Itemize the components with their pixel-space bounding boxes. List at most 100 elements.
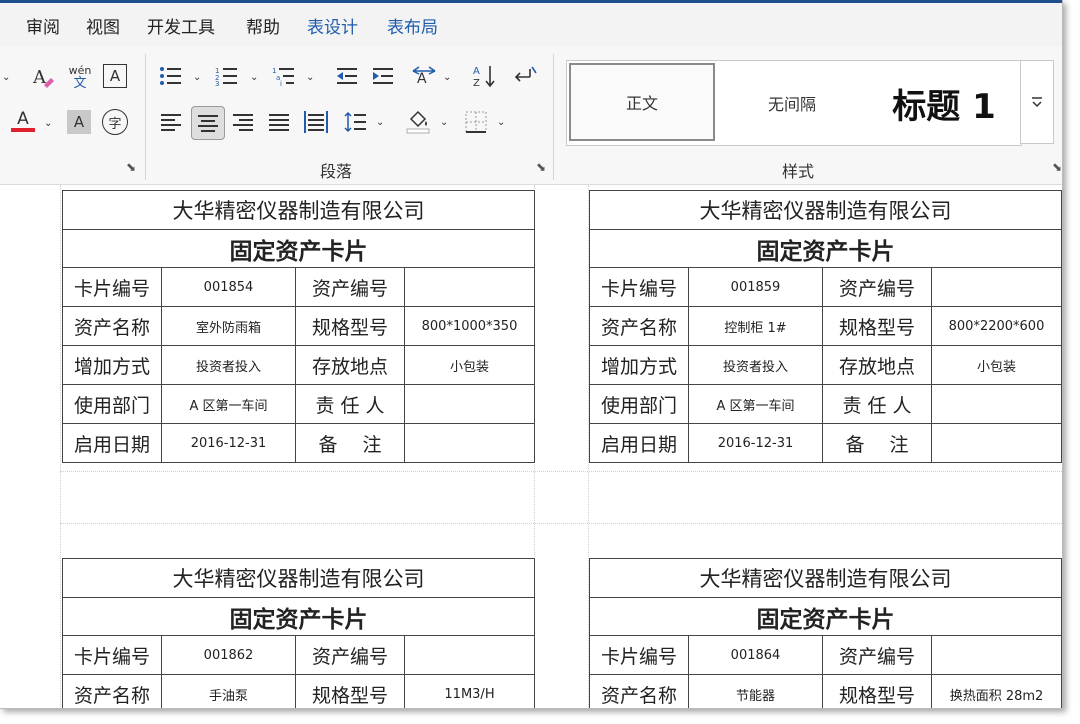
- label-card-no[interactable]: 卡片编号: [589, 635, 689, 675]
- shading-dropdown-caret[interactable]: ⌄: [440, 117, 448, 128]
- card-company[interactable]: 大华精密仪器制造有限公司: [589, 190, 1062, 230]
- label-remark[interactable]: 备 注: [822, 423, 932, 463]
- label-asset-no[interactable]: 资产编号: [295, 267, 405, 307]
- borders-dropdown-caret[interactable]: ⌄: [497, 117, 505, 128]
- sort-button[interactable]: AZ: [472, 63, 498, 89]
- card-title[interactable]: 固定资产卡片: [589, 597, 1062, 636]
- style-normal[interactable]: 正文: [569, 63, 715, 141]
- value-location[interactable]: 小包装: [404, 345, 535, 385]
- multilevel-list-button[interactable]: 1ai: [271, 64, 297, 88]
- card-company[interactable]: 大华精密仪器制造有限公司: [62, 190, 535, 230]
- label-location[interactable]: 存放地点: [295, 345, 405, 385]
- value-start-date[interactable]: 2016-12-31: [688, 423, 823, 463]
- label-start-date[interactable]: 启用日期: [589, 423, 689, 463]
- card-company[interactable]: 大华精密仪器制造有限公司: [589, 558, 1062, 598]
- label-add-method[interactable]: 增加方式: [62, 345, 162, 385]
- label-asset-name[interactable]: 资产名称: [62, 306, 162, 346]
- line-spacing-dropdown-caret[interactable]: ⌄: [376, 117, 384, 128]
- label-asset-no[interactable]: 资产编号: [822, 635, 932, 675]
- label-start-date[interactable]: 启用日期: [62, 423, 162, 463]
- label-owner[interactable]: 责 任 人: [295, 384, 405, 424]
- label-card-no[interactable]: 卡片编号: [62, 267, 162, 307]
- decrease-indent-button[interactable]: [334, 64, 360, 88]
- value-card-no[interactable]: 001862: [161, 635, 296, 675]
- card-company[interactable]: 大华精密仪器制造有限公司: [62, 558, 535, 598]
- value-remark[interactable]: [931, 423, 1062, 463]
- value-spec[interactable]: 换热面积 28m2: [931, 674, 1062, 708]
- label-remark[interactable]: 备 注: [295, 423, 405, 463]
- text-direction-button[interactable]: A: [410, 64, 438, 88]
- label-spec[interactable]: 规格型号: [295, 306, 405, 346]
- show-marks-button[interactable]: [512, 63, 538, 89]
- multilevel-dropdown-caret[interactable]: ⌄: [306, 72, 314, 83]
- value-asset-no[interactable]: [931, 635, 1062, 675]
- card-title[interactable]: 固定资产卡片: [589, 229, 1062, 268]
- value-owner[interactable]: [931, 384, 1062, 424]
- font-color-button[interactable]: A: [10, 106, 36, 136]
- label-card-no[interactable]: 卡片编号: [62, 635, 162, 675]
- menu-help[interactable]: 帮助: [246, 13, 280, 38]
- align-left-button[interactable]: [158, 108, 184, 136]
- distributed-button[interactable]: [302, 108, 330, 136]
- value-department[interactable]: A 区第一车间: [688, 384, 823, 424]
- value-spec[interactable]: 800*2200*600: [931, 306, 1062, 346]
- label-owner[interactable]: 责 任 人: [822, 384, 932, 424]
- label-add-method[interactable]: 增加方式: [589, 345, 689, 385]
- styles-dialog-launcher-icon[interactable]: ⬊: [1052, 160, 1062, 174]
- increase-indent-button[interactable]: [370, 64, 396, 88]
- numbering-button[interactable]: 123: [214, 64, 240, 88]
- value-card-no[interactable]: 001854: [161, 267, 296, 307]
- label-asset-name[interactable]: 资产名称: [589, 306, 689, 346]
- value-owner[interactable]: [404, 384, 535, 424]
- value-department[interactable]: A 区第一车间: [161, 384, 296, 424]
- phonetic-guide-button[interactable]: wén 文: [66, 62, 94, 92]
- value-add-method[interactable]: 投资者投入: [161, 345, 296, 385]
- styles-gallery-expand[interactable]: [1020, 60, 1054, 144]
- line-spacing-button[interactable]: [342, 108, 368, 136]
- numbering-dropdown-caret[interactable]: ⌄: [250, 72, 258, 83]
- value-asset-name[interactable]: 手油泵: [161, 674, 296, 708]
- menu-table-layout[interactable]: 表布局: [387, 13, 438, 38]
- value-start-date[interactable]: 2016-12-31: [161, 423, 296, 463]
- text-direction-dropdown-caret[interactable]: ⌄: [443, 72, 451, 83]
- label-department[interactable]: 使用部门: [589, 384, 689, 424]
- value-remark[interactable]: [404, 423, 535, 463]
- font-size-dropdown-caret[interactable]: ⌄: [2, 72, 10, 83]
- label-asset-no[interactable]: 资产编号: [295, 635, 405, 675]
- borders-button[interactable]: [463, 108, 489, 136]
- label-card-no[interactable]: 卡片编号: [589, 267, 689, 307]
- align-right-button[interactable]: [230, 108, 256, 136]
- clear-format-button[interactable]: A: [30, 64, 56, 90]
- font-color-dropdown-caret[interactable]: ⌄: [44, 118, 52, 129]
- value-asset-no[interactable]: [404, 635, 535, 675]
- style-heading1[interactable]: 标题 1: [867, 61, 1021, 145]
- menu-review[interactable]: 审阅: [26, 13, 60, 38]
- value-asset-name[interactable]: 控制柜 1#: [688, 306, 823, 346]
- value-asset-no[interactable]: [931, 267, 1062, 307]
- label-location[interactable]: 存放地点: [822, 345, 932, 385]
- value-asset-name[interactable]: 节能器: [688, 674, 823, 708]
- style-no-spacing[interactable]: 无间隔: [719, 61, 865, 145]
- value-asset-name[interactable]: 室外防雨箱: [161, 306, 296, 346]
- char-border-button[interactable]: A: [103, 64, 127, 88]
- card-title[interactable]: 固定资产卡片: [62, 229, 535, 268]
- label-asset-name[interactable]: 资产名称: [589, 674, 689, 708]
- bullets-button[interactable]: [158, 64, 184, 88]
- value-add-method[interactable]: 投资者投入: [688, 345, 823, 385]
- value-asset-no[interactable]: [404, 267, 535, 307]
- menu-developer[interactable]: 开发工具: [147, 13, 215, 38]
- enclose-char-button[interactable]: 字: [102, 109, 128, 135]
- label-asset-no[interactable]: 资产编号: [822, 267, 932, 307]
- value-spec[interactable]: 800*1000*350: [404, 306, 535, 346]
- paragraph-dialog-launcher-icon[interactable]: ⬊: [536, 160, 546, 174]
- label-spec[interactable]: 规格型号: [822, 674, 932, 708]
- shading-button[interactable]: [404, 106, 432, 136]
- align-center-button[interactable]: [191, 106, 225, 140]
- card-title[interactable]: 固定资产卡片: [62, 597, 535, 636]
- value-card-no[interactable]: 001859: [688, 267, 823, 307]
- label-department[interactable]: 使用部门: [62, 384, 162, 424]
- value-location[interactable]: 小包装: [931, 345, 1062, 385]
- menu-table-design[interactable]: 表设计: [307, 13, 358, 38]
- label-spec[interactable]: 规格型号: [295, 674, 405, 708]
- char-shading-button[interactable]: A: [67, 110, 91, 134]
